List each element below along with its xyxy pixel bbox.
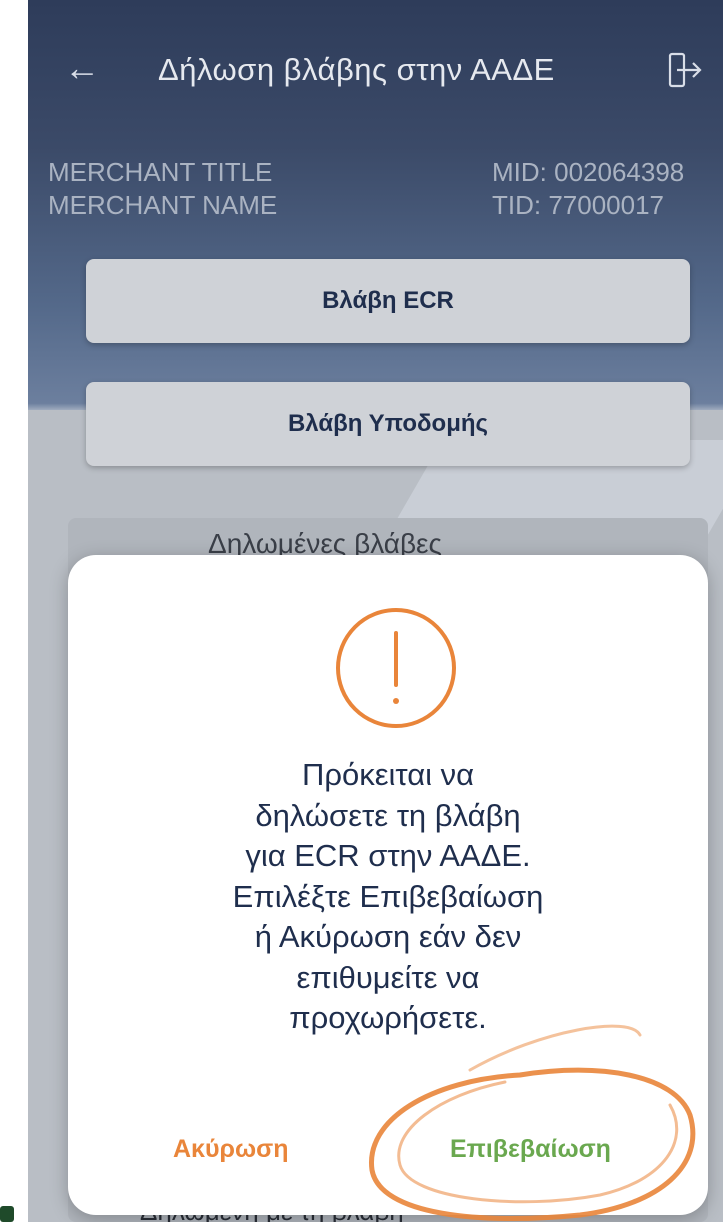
confirm-dialog: Πρόκειται να δηλώσετε τη βλάβη για ECR σ… (68, 555, 708, 1215)
confirm-button[interactable]: Επιβεβαίωση (450, 1135, 611, 1164)
page-title: Δήλωση βλάβης στην ΑΑΔΕ (158, 52, 555, 87)
dialog-message-line: προχωρήσετε. (289, 1000, 487, 1035)
cancel-button[interactable]: Ακύρωση (173, 1135, 289, 1164)
merchant-id: MID: 002064398 (492, 157, 685, 187)
warning-icon (336, 608, 456, 728)
terminal-id: TID: 77000017 (492, 190, 665, 220)
ecr-fault-button[interactable]: Βλάβη ECR (86, 259, 690, 343)
dialog-message-line: επιθυμείτε να (296, 959, 480, 995)
logout-icon[interactable] (664, 50, 704, 90)
dialog-message: Πρόκειται να δηλώσετε τη βλάβη για ECR σ… (128, 755, 648, 1039)
header-bar: ← Δήλωση βλάβης στην ΑΑΔΕ (28, 40, 723, 100)
merchant-name: MERCHANT NAME (48, 190, 278, 220)
dialog-message-line: Πρόκειται να (301, 757, 475, 792)
infrastructure-fault-button[interactable]: Βλάβη Υποδομής (86, 382, 690, 466)
edge-mark (0, 1206, 14, 1222)
arrow-left-icon[interactable]: ← (64, 48, 100, 88)
merchant-title: MERCHANT TITLE (48, 157, 273, 187)
dialog-message-line: δηλώσετε τη βλάβη (255, 797, 521, 833)
terminal-info: MID: 002064398 TID: 77000017 (492, 156, 684, 222)
dialog-message-line: Επιλέξτε Επιβεβαίωση (232, 878, 544, 914)
dialog-message-line: ή Ακύρωση εάν δεν (254, 919, 522, 954)
dialog-message-line: για ECR στην ΑΑΔΕ. (245, 838, 531, 873)
merchant-info: MERCHANT TITLE MERCHANT NAME (48, 156, 277, 222)
app-screen: ← Δήλωση βλάβης στην ΑΑΔΕ MERCHANT TITLE… (28, 0, 723, 1222)
